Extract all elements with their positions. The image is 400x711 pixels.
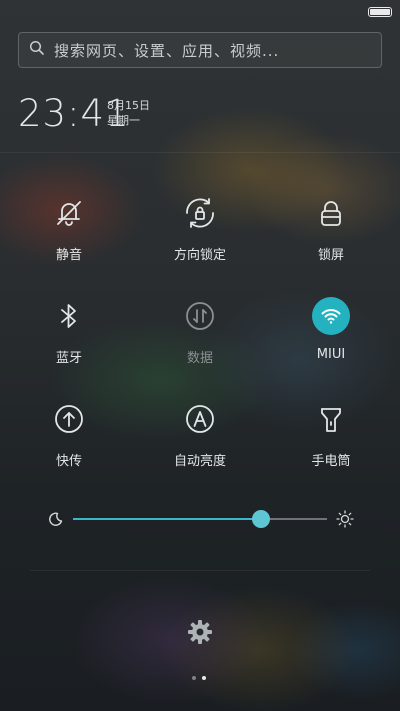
toggle-label: 手电筒	[311, 454, 351, 469]
page-dot	[192, 676, 196, 680]
search-placeholder[interactable]: 搜索网页、设置、应用、视频...	[54, 40, 279, 61]
flashlight-icon	[312, 400, 350, 438]
brightness-thumb[interactable]	[251, 510, 270, 528]
toggle-rotation-lock[interactable]: 方向锁定	[145, 194, 255, 263]
battery-icon	[368, 7, 392, 17]
toggle-label: 数据	[186, 351, 213, 366]
toggle-auto-brightness[interactable]: 自动亮度	[145, 400, 255, 469]
clock-weekday: 星期一	[107, 114, 140, 127]
toggle-label: 锁屏	[317, 248, 344, 263]
settings-button[interactable]	[186, 618, 214, 646]
moon-icon	[48, 511, 64, 531]
brightness-slider[interactable]	[48, 508, 354, 530]
toggle-label: 自动亮度	[173, 454, 226, 469]
brightness-fill	[73, 518, 261, 520]
bottom-divider	[30, 570, 370, 571]
search-icon	[29, 40, 45, 60]
sun-icon	[336, 510, 354, 532]
gear-icon	[186, 620, 214, 650]
page-dot-active	[202, 676, 206, 680]
auto-brightness-icon	[181, 400, 219, 438]
bell-off-icon	[50, 194, 88, 232]
bluetooth-icon	[50, 297, 88, 335]
toggle-flashlight[interactable]: 手电筒	[276, 400, 386, 469]
rotation-lock-icon	[181, 194, 219, 232]
toggle-lock-screen[interactable]: 锁屏	[276, 194, 386, 263]
upload-arrow-icon	[50, 400, 88, 438]
toggle-label: MIUI	[316, 347, 346, 362]
lock-icon	[312, 194, 350, 232]
header-divider	[0, 152, 400, 153]
toggle-quick-transfer[interactable]: 快传	[14, 400, 124, 469]
toggle-label: 方向锁定	[173, 248, 226, 263]
toggle-label: 蓝牙	[55, 351, 82, 366]
toggle-mobile-data[interactable]: 数据	[145, 297, 255, 366]
mobile-data-icon	[181, 297, 219, 335]
toggle-label: 快传	[55, 454, 82, 469]
search-bar[interactable]: 搜索网页、设置、应用、视频...	[18, 32, 382, 68]
toggle-bluetooth[interactable]: 蓝牙	[14, 297, 124, 366]
page-indicator	[192, 676, 206, 680]
toggle-wifi[interactable]: MIUI	[276, 297, 386, 362]
wifi-icon	[312, 297, 350, 335]
clock-date-block: 8月15日 星期一	[107, 98, 150, 128]
toggle-label: 静音	[55, 248, 82, 263]
clock-date: 8月15日	[107, 99, 150, 112]
toggle-mute[interactable]: 静音	[14, 194, 124, 263]
